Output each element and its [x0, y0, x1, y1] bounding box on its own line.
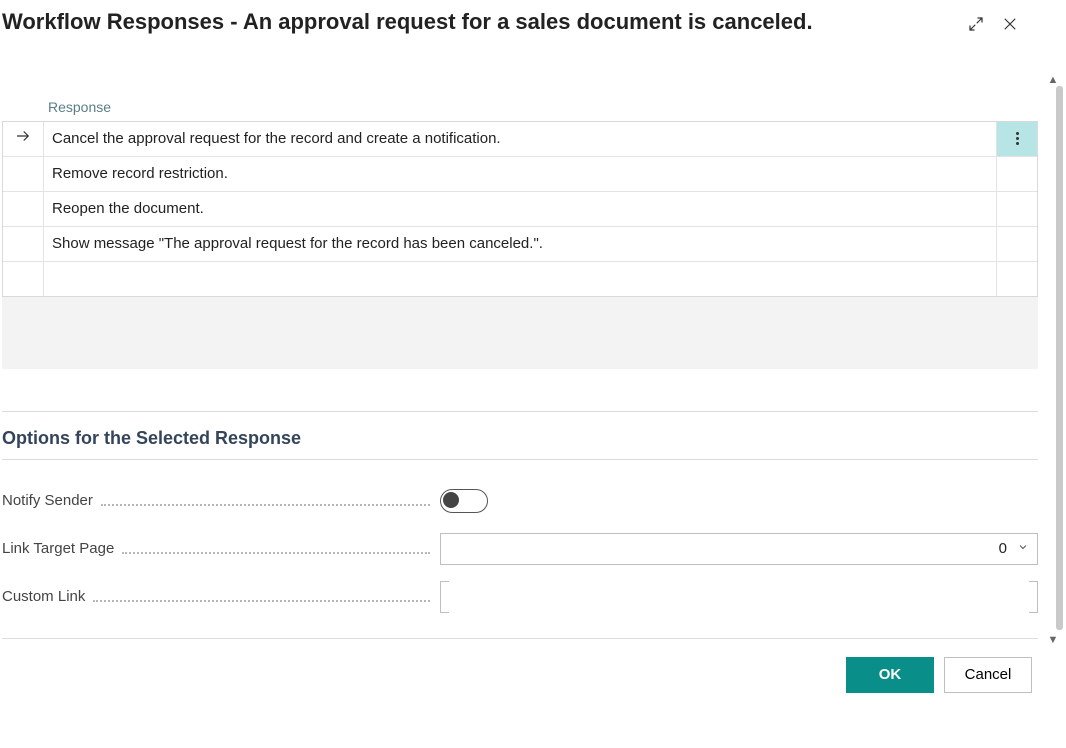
row-actions-button[interactable] [996, 227, 1037, 261]
response-column-header[interactable]: Response [42, 99, 111, 121]
notify-sender-toggle[interactable] [440, 489, 488, 513]
response-row[interactable]: Remove record restriction. [3, 157, 1037, 192]
chevron-down-icon [1017, 540, 1029, 557]
response-text[interactable]: Show message "The approval request for t… [44, 227, 996, 261]
row-actions-button[interactable] [996, 157, 1037, 191]
response-row-empty[interactable] [3, 262, 1037, 296]
custom-link-field[interactable] [440, 581, 1038, 613]
vertical-scrollbar[interactable]: ▲ ▼ [1040, 70, 1066, 650]
scroll-down-arrow-icon[interactable]: ▼ [1040, 630, 1066, 650]
notify-sender-row: Notify Sender [2, 484, 1038, 518]
link-target-page-field[interactable]: 0 [440, 533, 1038, 565]
response-text[interactable]: Reopen the document. [44, 192, 996, 226]
notify-sender-label: Notify Sender [2, 492, 99, 509]
row-actions-button[interactable] [996, 122, 1037, 156]
scrollbar-track[interactable] [1056, 86, 1063, 630]
toggle-knob-icon [443, 492, 459, 508]
response-row[interactable]: Reopen the document. [3, 192, 1037, 227]
current-row-arrow-icon [14, 127, 32, 150]
options-section: Options for the Selected Response Notify… [0, 411, 1040, 693]
row-actions-button[interactable] [996, 262, 1037, 296]
dots-fill [101, 504, 430, 506]
dialog-header: Workflow Responses - An approval request… [0, 0, 1040, 37]
link-target-page-label: Link Target Page [2, 540, 120, 557]
divider [2, 459, 1038, 460]
response-row[interactable]: Cancel the approval request for the reco… [3, 122, 1037, 157]
divider [2, 411, 1038, 412]
expand-icon[interactable] [964, 12, 988, 36]
grid-filler [2, 297, 1038, 369]
row-actions-button[interactable] [996, 192, 1037, 226]
close-icon[interactable] [998, 12, 1022, 36]
dots-fill [122, 552, 430, 554]
options-section-title: Options for the Selected Response [2, 428, 1038, 449]
response-row[interactable]: Show message "The approval request for t… [3, 227, 1037, 262]
response-text[interactable] [44, 262, 996, 296]
cancel-button[interactable]: Cancel [944, 657, 1032, 693]
response-grid-section: Response Cancel the approval request for… [0, 93, 1040, 369]
response-text[interactable]: Remove record restriction. [44, 157, 996, 191]
link-target-page-value: 0 [999, 540, 1007, 557]
custom-link-label: Custom Link [2, 588, 91, 605]
response-grid: Cancel the approval request for the reco… [2, 121, 1038, 297]
page-title: Workflow Responses - An approval request… [2, 8, 964, 37]
response-text[interactable]: Cancel the approval request for the reco… [44, 122, 996, 156]
custom-link-input[interactable] [449, 581, 1029, 613]
custom-link-row: Custom Link [2, 580, 1038, 614]
ok-button[interactable]: OK [846, 657, 934, 693]
dots-fill [93, 600, 430, 602]
more-vertical-icon [1016, 132, 1019, 145]
divider [2, 638, 1038, 639]
dialog-footer: OK Cancel [2, 657, 1038, 693]
link-target-page-row: Link Target Page 0 [2, 532, 1038, 566]
